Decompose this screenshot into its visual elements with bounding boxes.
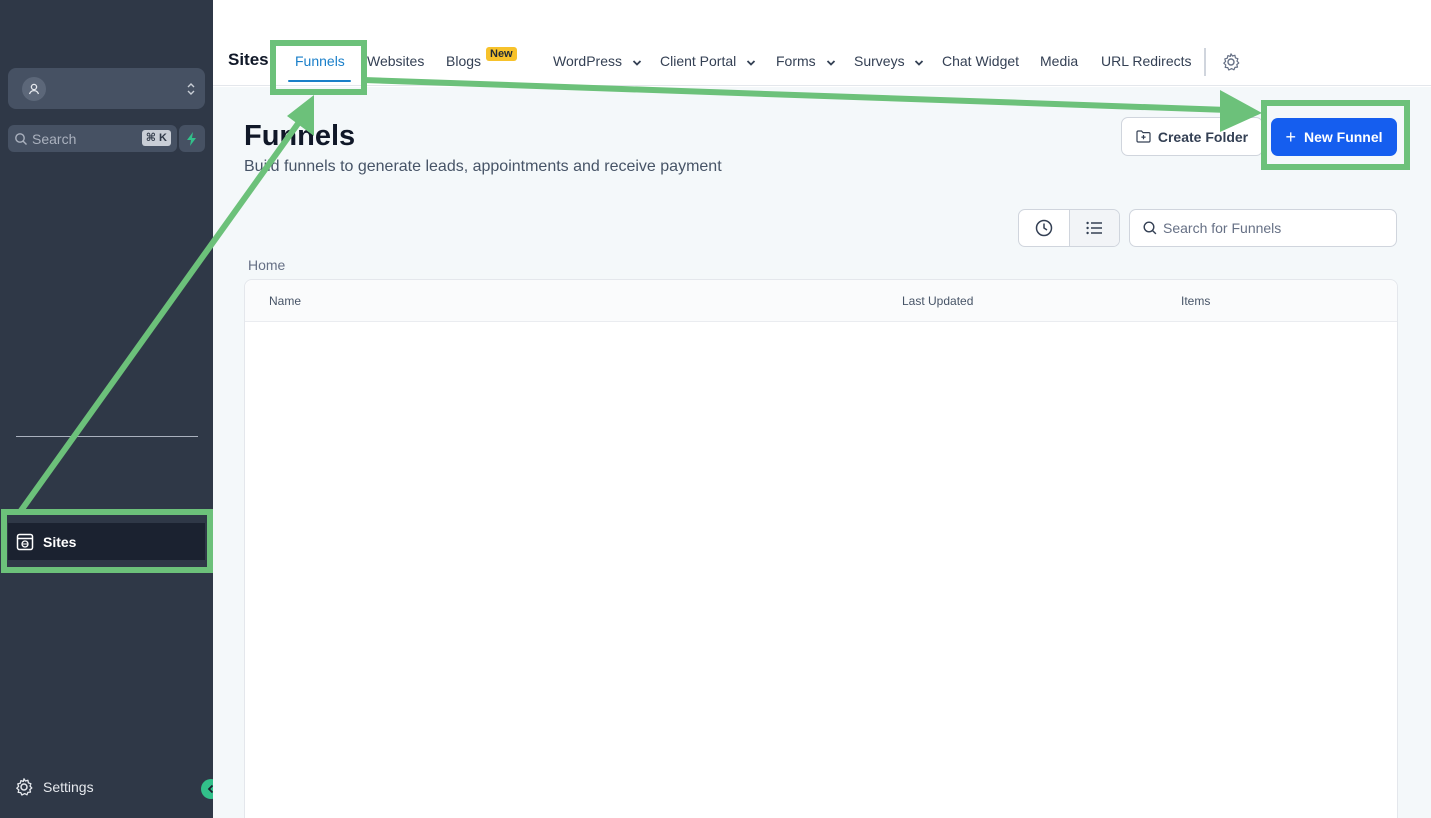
gear-icon — [14, 777, 34, 797]
chevron-down-icon — [914, 54, 924, 70]
chevron-down-icon — [826, 54, 836, 70]
tab-surveys[interactable]: Surveys — [854, 53, 924, 70]
sites-settings-button[interactable] — [1221, 52, 1241, 72]
view-toggle — [1018, 209, 1120, 247]
page-subtitle: Build funnels to generate leads, appoint… — [244, 158, 722, 175]
lightning-bolt-icon — [186, 131, 198, 146]
search-funnels-input[interactable] — [1163, 220, 1383, 236]
tab-media[interactable]: Media — [1040, 53, 1078, 69]
tab-label: Surveys — [854, 53, 905, 69]
folder-plus-icon — [1136, 130, 1151, 143]
new-funnel-button[interactable]: + New Funnel — [1271, 118, 1397, 156]
gear-icon — [1221, 52, 1241, 72]
new-badge: New — [486, 47, 517, 61]
page-title: Funnels — [244, 120, 356, 152]
funnel-search — [1129, 209, 1397, 247]
section-title: Sites — [228, 50, 269, 69]
sidebar-divider — [16, 436, 198, 437]
column-header-name[interactable]: Name — [269, 294, 301, 308]
tab-client-portal[interactable]: Client Portal — [660, 53, 756, 70]
new-funnel-label: New Funnel — [1303, 129, 1383, 145]
tab-label: Client Portal — [660, 53, 737, 69]
breadcrumb[interactable]: Home — [248, 257, 285, 273]
search-icon — [1143, 221, 1157, 235]
sidebar: Search ⌘ K Sites Settings — [0, 0, 221, 818]
column-header-items[interactable]: Items — [1181, 294, 1210, 308]
search-shortcut-badge: ⌘ K — [141, 130, 171, 146]
create-folder-button[interactable]: Create Folder — [1121, 117, 1263, 156]
create-folder-label: Create Folder — [1157, 128, 1249, 145]
tab-forms[interactable]: Forms — [776, 53, 836, 70]
plus-icon: + — [1285, 127, 1296, 147]
recent-view-button[interactable] — [1019, 210, 1069, 246]
sidebar-item-sites[interactable]: Sites — [8, 523, 205, 560]
user-avatar-icon — [22, 77, 46, 101]
list-view-button[interactable] — [1068, 210, 1119, 246]
main-content: Funnels Build funnels to generate leads,… — [213, 87, 1431, 818]
chevron-down-icon — [632, 54, 642, 70]
tab-websites[interactable]: Websites — [367, 53, 424, 69]
top-navigation: Sites Funnels Websites Blogs New WordPre… — [213, 0, 1431, 86]
clock-icon — [1035, 219, 1053, 237]
sidebar-item-label: Settings — [43, 779, 94, 795]
funnels-table: Name Last Updated Items — [244, 279, 1398, 818]
column-header-last-updated[interactable]: Last Updated — [902, 294, 973, 308]
nav-separator — [1204, 48, 1206, 76]
active-tab-indicator — [288, 80, 351, 82]
chevron-up-down-icon — [186, 79, 196, 99]
tab-chat-widget[interactable]: Chat Widget — [942, 53, 1019, 69]
tab-blogs[interactable]: Blogs — [446, 53, 481, 69]
tab-wordpress[interactable]: WordPress — [553, 53, 642, 70]
tab-funnels[interactable]: Funnels — [295, 53, 345, 69]
tab-label: Forms — [776, 53, 816, 69]
tab-label: WordPress — [553, 53, 622, 69]
sidebar-search[interactable]: Search ⌘ K — [8, 125, 177, 152]
list-icon — [1086, 221, 1103, 235]
sidebar-item-settings[interactable]: Settings — [14, 776, 94, 798]
tab-url-redirects[interactable]: URL Redirects — [1101, 53, 1192, 69]
account-switcher[interactable] — [8, 68, 205, 109]
chevron-down-icon — [746, 54, 756, 70]
quick-actions-button[interactable] — [179, 125, 205, 152]
website-icon — [16, 533, 34, 551]
search-icon — [14, 132, 28, 146]
sidebar-search-placeholder: Search — [32, 130, 77, 147]
sidebar-item-label: Sites — [43, 533, 77, 550]
table-header: Name Last Updated Items — [245, 280, 1397, 322]
